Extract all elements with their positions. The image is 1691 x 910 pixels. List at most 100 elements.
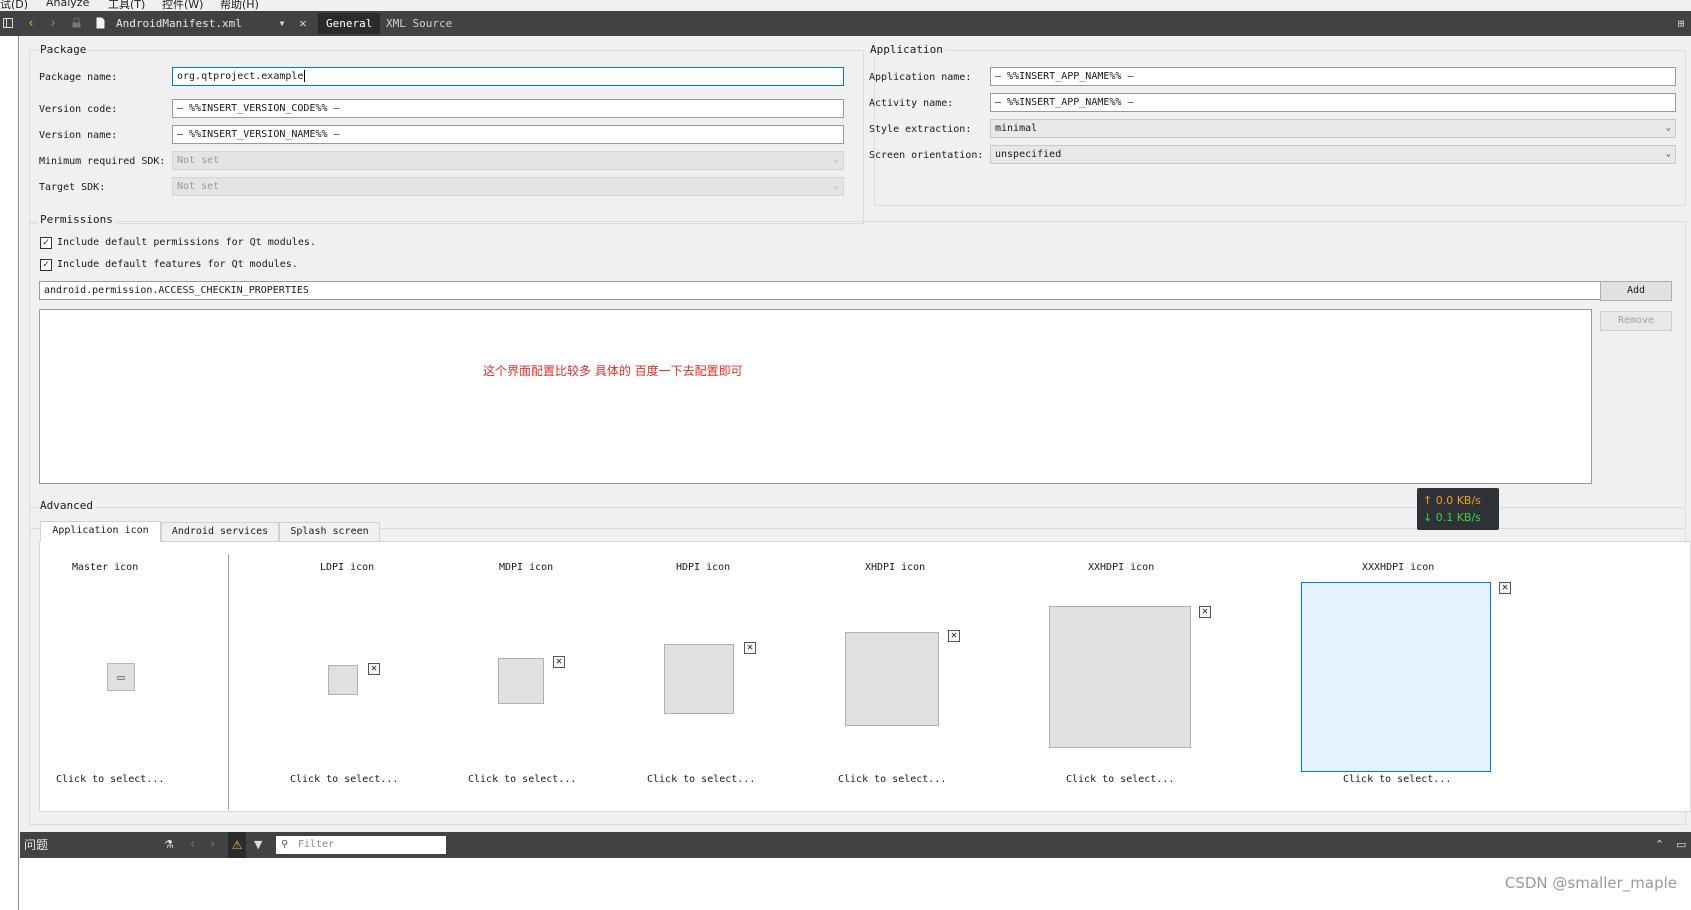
menu-debug[interactable]: 试(D) bbox=[0, 0, 28, 11]
master-click-to-select[interactable]: Click to select... bbox=[56, 774, 164, 785]
target-sdk-select[interactable]: Not set ⌄ bbox=[172, 177, 844, 196]
screen-orientation-value: unspecified bbox=[995, 149, 1062, 160]
ldpi-clear-icon[interactable]: ✕ bbox=[368, 663, 380, 675]
target-sdk-label: Target SDK: bbox=[39, 182, 106, 193]
tab-android-services[interactable]: Android services bbox=[161, 522, 279, 542]
xhdpi-clear-icon[interactable]: ✕ bbox=[948, 630, 960, 642]
editor-toolbar: ‹ › AndroidManifest.xml ▼ ✕ General XML … bbox=[0, 11, 1691, 36]
tab-xml-source[interactable]: XML Source bbox=[378, 13, 460, 34]
style-extraction-value: minimal bbox=[995, 123, 1038, 134]
tab-splash-screen[interactable]: Splash screen bbox=[279, 522, 380, 542]
file-dropdown-icon[interactable]: ▼ bbox=[276, 11, 288, 36]
back-arrow-icon[interactable]: ‹ bbox=[24, 11, 38, 36]
include-features-checkbox[interactable]: ✓ bbox=[40, 259, 52, 271]
app-name-label: Application name: bbox=[869, 72, 972, 83]
hdpi-icon-title: HDPI icon bbox=[676, 562, 731, 573]
file-icon bbox=[94, 11, 106, 36]
xhdpi-icon-title: XHDPI icon bbox=[865, 562, 926, 573]
search-icon: ⚲ bbox=[281, 839, 289, 850]
ldpi-icon-slot[interactable] bbox=[328, 665, 358, 695]
mdpi-click-to-select[interactable]: Click to select... bbox=[468, 774, 576, 785]
hdpi-click-to-select[interactable]: Click to select... bbox=[647, 774, 755, 785]
advanced-title: Advanced bbox=[38, 499, 95, 512]
split-editor-icon[interactable]: ⊞ bbox=[1672, 11, 1690, 36]
mdpi-clear-icon[interactable]: ✕ bbox=[553, 656, 565, 668]
maximize-pane-icon[interactable]: ⌃ bbox=[1655, 832, 1664, 858]
min-sdk-label: Minimum required SDK: bbox=[39, 156, 166, 167]
tab-general[interactable]: General bbox=[318, 13, 381, 34]
chevron-down-icon: ⌄ bbox=[1665, 149, 1671, 159]
issues-title[interactable]: 问题 bbox=[24, 832, 48, 858]
xxxhdpi-clear-icon[interactable]: ✕ bbox=[1499, 582, 1511, 594]
close-file-icon[interactable]: ✕ bbox=[296, 11, 310, 36]
version-code-label: Version code: bbox=[39, 104, 118, 115]
permission-select[interactable]: android.permission.ACCESS_CHECKIN_PROPER… bbox=[39, 281, 1610, 300]
permissions-list[interactable] bbox=[39, 309, 1592, 484]
include-permissions-label: Include default permissions for Qt modul… bbox=[57, 237, 316, 248]
xxxhdpi-click-to-select[interactable]: Click to select... bbox=[1343, 774, 1451, 785]
warning-icon[interactable]: ⚠ bbox=[228, 832, 246, 858]
ldpi-icon-title: LDPI icon bbox=[320, 562, 375, 573]
filter-placeholder: Filter bbox=[298, 839, 335, 850]
issues-filter-input[interactable]: ⚲ Filter bbox=[276, 836, 446, 854]
lock-icon[interactable] bbox=[70, 11, 82, 36]
icon-separator bbox=[228, 554, 229, 810]
package-name-label: Package name: bbox=[39, 72, 118, 83]
package-name-field[interactable]: org.qtproject.example bbox=[172, 67, 844, 86]
menu-analyze[interactable]: Analyze bbox=[46, 0, 89, 9]
manifest-editor: Package Package name: org.qtproject.exam… bbox=[20, 36, 1691, 832]
min-sdk-value: Not set bbox=[177, 155, 220, 166]
mdpi-icon-slot[interactable] bbox=[498, 658, 544, 704]
xhdpi-click-to-select[interactable]: Click to select... bbox=[838, 774, 946, 785]
version-code-field[interactable]: — %%INSERT_VERSION_CODE%% — bbox=[172, 99, 844, 118]
menu-help[interactable]: 帮助(H) bbox=[220, 0, 259, 11]
mdpi-icon-title: MDPI icon bbox=[499, 562, 554, 573]
style-extraction-select[interactable]: minimal ⌄ bbox=[990, 119, 1676, 138]
activity-name-label: Activity name: bbox=[869, 98, 954, 109]
hdpi-icon-slot[interactable] bbox=[664, 644, 734, 714]
app-name-field[interactable]: — %%INSERT_APP_NAME%% — bbox=[990, 67, 1676, 86]
xxhdpi-icon-title: XXHDPI icon bbox=[1088, 562, 1155, 573]
target-sdk-value: Not set bbox=[177, 181, 220, 192]
toggle-sidebar-icon[interactable] bbox=[2, 11, 14, 36]
chevron-down-icon: ⌄ bbox=[1665, 123, 1671, 133]
xxxhdpi-icon-slot[interactable] bbox=[1301, 582, 1491, 772]
ldpi-click-to-select[interactable]: Click to select... bbox=[290, 774, 398, 785]
download-speed: ↓ 0.1 KB/s bbox=[1423, 511, 1481, 524]
screen-orientation-select[interactable]: unspecified ⌄ bbox=[990, 145, 1676, 164]
menu-tools[interactable]: 工具(T) bbox=[108, 0, 145, 11]
chevron-down-icon: ⌄ bbox=[833, 181, 839, 191]
annotation-note: 这个界面配置比较多 具体的 百度一下去配置即可 bbox=[483, 364, 743, 378]
menu-bar: 试(D) Analyze 工具(T) 控件(W) 帮助(H) bbox=[0, 0, 1691, 11]
tab-application-icon[interactable]: Application icon bbox=[40, 521, 161, 542]
hdpi-clear-icon[interactable]: ✕ bbox=[744, 642, 756, 654]
close-pane-icon[interactable]: ▭ bbox=[1676, 832, 1686, 858]
min-sdk-select[interactable]: Not set ⌄ bbox=[172, 151, 844, 170]
issues-pane-content: CSDN @smaller_maple bbox=[20, 858, 1691, 910]
issues-pane-bar: 问题 ⚗ ‹ › ⚠ ▼ ⚲ Filter ⌃ ▭ bbox=[20, 832, 1691, 858]
file-name[interactable]: AndroidManifest.xml bbox=[116, 11, 242, 36]
remove-permission-button[interactable]: Remove bbox=[1600, 311, 1672, 331]
clean-icon[interactable]: ⚗ bbox=[164, 832, 174, 858]
package-name-value: org.qtproject.example bbox=[177, 71, 304, 82]
next-issue-icon[interactable]: › bbox=[210, 832, 215, 858]
forward-arrow-icon[interactable]: › bbox=[46, 11, 60, 36]
master-icon-title: Master icon bbox=[72, 562, 139, 573]
folder-open-icon[interactable]: ▭ bbox=[107, 663, 135, 691]
xhdpi-icon-slot[interactable] bbox=[845, 632, 939, 726]
style-extraction-label: Style extraction: bbox=[869, 124, 972, 135]
xxhdpi-icon-slot[interactable] bbox=[1049, 606, 1191, 748]
xxxhdpi-icon-title: XXXHDPI icon bbox=[1362, 562, 1435, 573]
application-title: Application bbox=[868, 43, 945, 56]
add-permission-button[interactable]: Add bbox=[1600, 281, 1672, 301]
filter-icon[interactable]: ▼ bbox=[254, 832, 262, 858]
include-permissions-checkbox[interactable]: ✓ bbox=[40, 237, 52, 249]
chevron-down-icon: ⌄ bbox=[833, 155, 839, 165]
prev-issue-icon[interactable]: ‹ bbox=[190, 832, 195, 858]
version-name-field[interactable]: — %%INSERT_VERSION_NAME%% — bbox=[172, 125, 844, 144]
xxhdpi-click-to-select[interactable]: Click to select... bbox=[1066, 774, 1174, 785]
include-features-label: Include default features for Qt modules. bbox=[57, 259, 298, 270]
activity-name-field[interactable]: — %%INSERT_APP_NAME%% — bbox=[990, 93, 1676, 112]
menu-controls[interactable]: 控件(W) bbox=[162, 0, 203, 11]
xxhdpi-clear-icon[interactable]: ✕ bbox=[1199, 606, 1211, 618]
